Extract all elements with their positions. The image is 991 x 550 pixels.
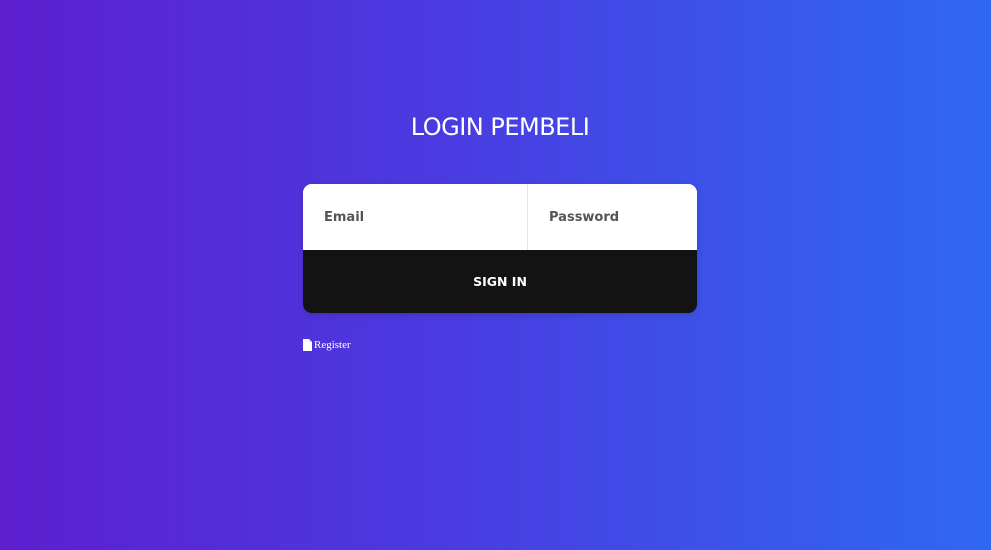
- login-form: SIGN IN: [303, 184, 697, 313]
- file-icon: [303, 339, 312, 351]
- register-label: Register: [314, 339, 351, 351]
- email-field[interactable]: [303, 184, 527, 250]
- password-field[interactable]: [527, 184, 697, 250]
- sign-in-button[interactable]: SIGN IN: [303, 250, 697, 313]
- page-title: LOGIN PEMBELI: [410, 113, 590, 141]
- login-fields-row: [303, 184, 697, 250]
- register-link[interactable]: Register: [303, 339, 351, 351]
